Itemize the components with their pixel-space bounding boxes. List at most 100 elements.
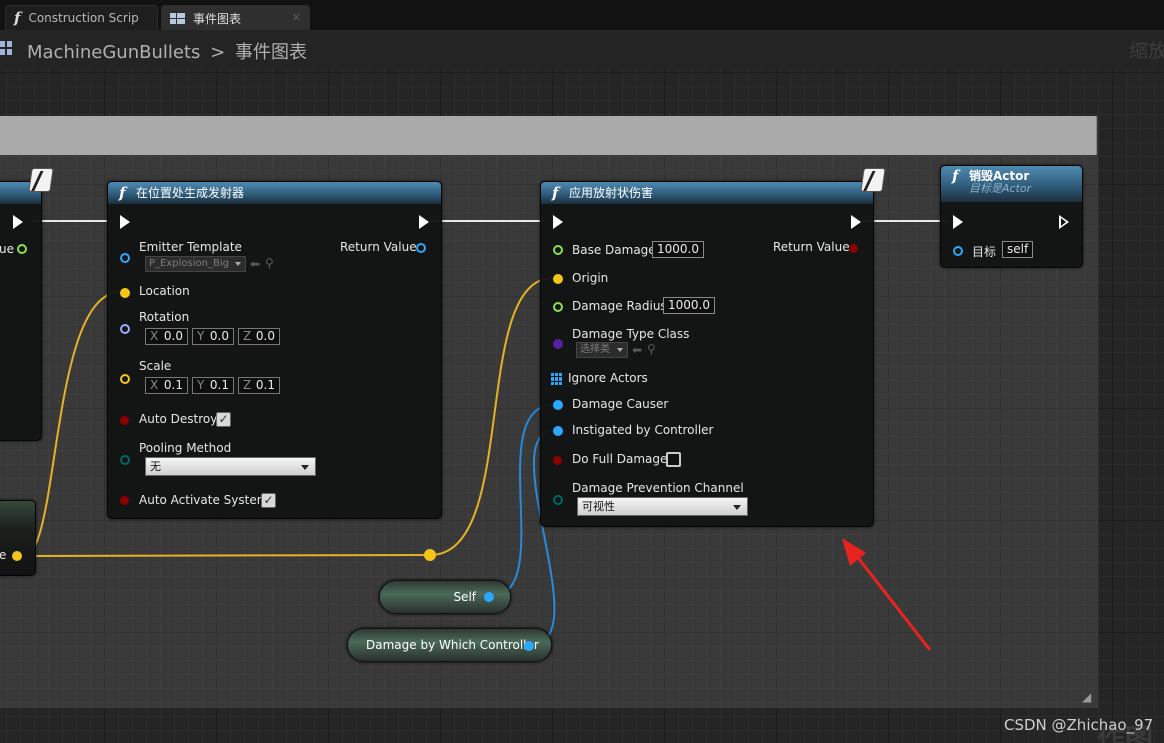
spawn-emitter-node[interactable]: f 在位置处生成发射器 Emitter Template P_Explosion_…: [107, 181, 442, 519]
partial-out-label: e: [0, 548, 7, 562]
rotation-y-field[interactable]: Y 0.0: [192, 328, 234, 345]
exec-out-pin[interactable]: [419, 215, 429, 229]
chevron-down-icon: [733, 505, 741, 510]
auto-activate-pin[interactable]: [120, 496, 129, 505]
auto-destroy-checkbox[interactable]: ✓: [216, 412, 231, 427]
scale-x-field[interactable]: X 0.1: [145, 377, 188, 394]
node-title: 销毁Actor: [969, 169, 1030, 183]
node-subtitle: 目标是Actor: [969, 182, 1032, 195]
chevron-down-icon: [235, 262, 241, 266]
full-damage-label: Do Full Damage: [572, 452, 668, 466]
rotation-y-value: 0.0: [209, 329, 229, 343]
rotation-x-field[interactable]: X 0.0: [145, 328, 188, 345]
pooling-method-select[interactable]: 无: [145, 457, 316, 476]
damage-radius-label: Damage Radius: [572, 299, 667, 313]
rotation-z-value: 0.0: [255, 329, 275, 343]
latent-icon: [28, 168, 54, 192]
emitter-asset-picker[interactable]: P_Explosion_Big: [145, 256, 246, 272]
base-damage-field[interactable]: 1000.0: [652, 241, 704, 258]
scale-x-value: 0.1: [163, 378, 183, 392]
target-label: 目标: [972, 245, 997, 259]
auto-activate-checkbox[interactable]: ✓: [261, 493, 276, 508]
rotation-pin[interactable]: [120, 324, 130, 334]
self-node[interactable]: Self: [379, 580, 511, 614]
instigated-by-pin[interactable]: [553, 426, 563, 436]
return-value-pin[interactable]: [849, 244, 858, 253]
scale-z-field[interactable]: Z 0.1: [238, 377, 280, 394]
exec-out-pin[interactable]: [13, 215, 23, 229]
pooling-method-pin[interactable]: [120, 455, 130, 465]
scale-z-value: 0.1: [255, 378, 275, 392]
damage-type-class-label: Damage Type Class: [572, 327, 690, 341]
rotation-z-field[interactable]: Z 0.0: [238, 328, 280, 345]
node-title: 应用放射状伤害: [569, 186, 654, 200]
location-label: Location: [139, 284, 190, 298]
partial-return-label: ue: [0, 242, 14, 256]
chevron-down-icon: [617, 348, 623, 352]
damage-type-class-pin[interactable]: [553, 339, 563, 349]
ignore-actors-label: Ignore Actors: [568, 371, 648, 385]
array-icon[interactable]: [551, 373, 563, 385]
damage-controller-node[interactable]: Damage by Which Controller: [347, 628, 552, 662]
damage-radius-field[interactable]: 1000.0: [663, 297, 715, 314]
target-pin[interactable]: [953, 246, 963, 256]
axis-label: Y: [197, 329, 205, 343]
use-selected-icon[interactable]: ⬅: [632, 343, 642, 357]
exec-in-pin[interactable]: [120, 215, 130, 229]
browse-icon[interactable]: ⚲: [265, 256, 274, 270]
full-damage-checkbox[interactable]: [666, 452, 681, 467]
location-pin[interactable]: [120, 288, 130, 298]
self-out-pin[interactable]: [484, 592, 494, 602]
scale-pin[interactable]: [120, 374, 130, 384]
self-label: Self: [453, 590, 476, 604]
emitter-template-pin[interactable]: [120, 253, 130, 263]
exec-out-pin[interactable]: [1059, 215, 1069, 229]
partial-node-lower[interactable]: e: [0, 500, 36, 576]
exec-in-pin[interactable]: [553, 215, 563, 229]
exec-out-pin[interactable]: [851, 215, 861, 229]
pooling-method-label: Pooling Method: [139, 441, 232, 455]
origin-label: Origin: [572, 271, 609, 285]
full-damage-pin[interactable]: [553, 456, 562, 465]
rotation-label: Rotation: [139, 310, 190, 324]
emitter-template-label: Emitter Template: [139, 240, 242, 254]
base-damage-pin[interactable]: [553, 245, 563, 255]
axis-label: Z: [243, 378, 252, 392]
scale-y-field[interactable]: Y 0.1: [192, 377, 234, 394]
target-field[interactable]: self: [1002, 241, 1034, 258]
auto-destroy-pin[interactable]: [120, 416, 129, 425]
damage-radius-pin[interactable]: [553, 302, 563, 312]
emitter-asset-value: P_Explosion_Big: [149, 258, 229, 269]
scale-label: Scale: [139, 359, 172, 373]
node-title: 在位置处生成发射器: [136, 186, 245, 200]
axis-label: Z: [243, 329, 252, 343]
axis-label: X: [150, 329, 159, 343]
auto-activate-label: Auto Activate System: [139, 493, 269, 507]
damage-causer-pin[interactable]: [553, 400, 563, 410]
exec-in-pin[interactable]: [953, 215, 963, 229]
scale-y-value: 0.1: [209, 378, 229, 392]
prevention-channel-pin[interactable]: [553, 495, 563, 505]
use-selected-icon[interactable]: ⬅: [250, 257, 260, 271]
instigated-by-label: Instigated by Controller: [572, 423, 714, 437]
auto-destroy-label: Auto Destroy: [139, 412, 218, 426]
damage-controller-out-pin[interactable]: [524, 641, 534, 651]
target-value: self: [1007, 242, 1029, 256]
destroy-actor-node[interactable]: f 销毁Actor 目标是Actor 目标 self: [940, 165, 1083, 268]
damage-type-class-picker[interactable]: 选择类: [576, 342, 628, 358]
function-icon: f: [552, 184, 559, 202]
origin-pin[interactable]: [553, 274, 563, 284]
prevention-channel-value: 可视性: [582, 500, 615, 513]
prevention-channel-select[interactable]: 可视性: [577, 497, 748, 516]
vector-out-pin[interactable]: [12, 551, 22, 561]
partial-node-left[interactable]: ue: [0, 181, 42, 441]
return-value-pin[interactable]: [416, 243, 426, 253]
pooling-method-value: 无: [150, 460, 161, 473]
base-damage-value: 1000.0: [657, 242, 699, 256]
browse-icon[interactable]: ⚲: [647, 342, 656, 356]
float-out-pin[interactable]: [17, 244, 27, 254]
prevention-channel-label: Damage Prevention Channel: [572, 481, 744, 495]
axis-label: Y: [197, 378, 205, 392]
apply-radial-damage-node[interactable]: f 应用放射状伤害 Base Damage 1000.0 Return Value…: [540, 181, 874, 527]
damage-type-class-value: 选择类: [580, 344, 610, 355]
